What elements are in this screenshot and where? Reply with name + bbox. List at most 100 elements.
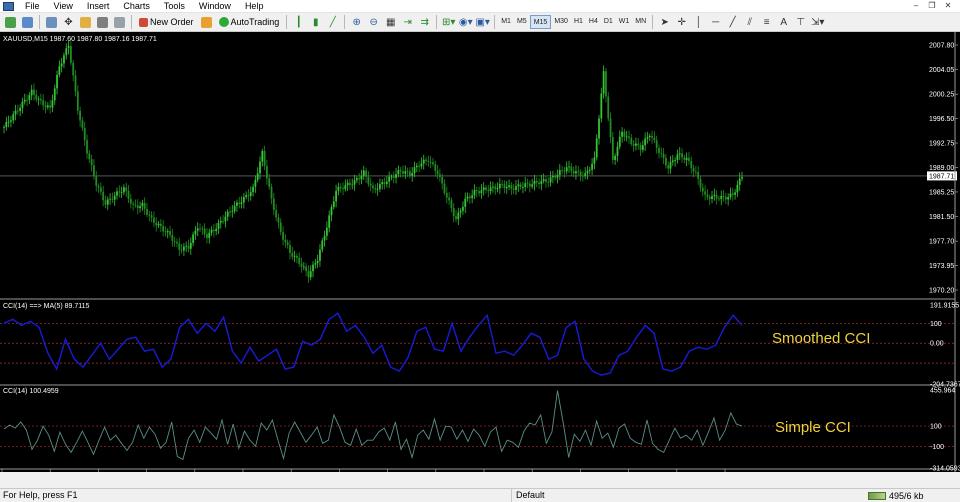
candle-body: [222, 220, 224, 222]
tester-icon: [114, 16, 125, 28]
tile-windows-button[interactable]: ▦: [383, 14, 398, 30]
candle-body: [139, 206, 141, 209]
templates-button[interactable]: ▣▾: [475, 14, 490, 30]
arrows-button[interactable]: ⇲▾: [810, 14, 825, 30]
autotrading-label: AutoTrading: [230, 17, 280, 27]
market-watch-button[interactable]: [44, 14, 59, 30]
candle-body: [305, 266, 308, 271]
toolbar: ✥ New Order AutoTrading ┃ ▮ ╱ ⊕ ⊖ ▦ ⇥ ⇉ …: [0, 13, 960, 32]
candle-body: [33, 89, 35, 95]
menu-tools[interactable]: Tools: [157, 0, 192, 12]
candle-body: [471, 195, 474, 199]
tester-button[interactable]: [112, 14, 127, 30]
zoom-out-button[interactable]: ⊖: [366, 14, 381, 30]
new-order-button[interactable]: New Order: [136, 14, 197, 30]
toolbar-separator: [652, 15, 654, 29]
candle-body: [60, 63, 63, 67]
vertical-line-button[interactable]: │: [691, 14, 706, 30]
candle-body: [464, 198, 467, 207]
profiles-button[interactable]: [20, 14, 35, 30]
autoscroll-button[interactable]: ⇉: [417, 14, 432, 30]
label-button[interactable]: ⊤: [793, 14, 808, 30]
candle-body: [157, 223, 160, 226]
timeframe-m15[interactable]: M15: [529, 15, 552, 29]
candle-body: [79, 110, 82, 121]
templates-icon: ▣▾: [475, 16, 490, 28]
timeframe-m1[interactable]: M1: [498, 15, 514, 29]
new-chart-button[interactable]: [3, 14, 18, 30]
menu-charts[interactable]: Charts: [116, 0, 157, 12]
candle-body: [399, 170, 402, 172]
candle-body: [295, 255, 298, 258]
chart-canvas[interactable]: XAUUSD,M15 1987.60 1987.80 1987.16 1987.…: [0, 32, 960, 472]
autotrading-button[interactable]: AutoTrading: [216, 14, 283, 30]
smoothed-cci-annotation: Smoothed CCI: [772, 330, 870, 347]
vertical-line-icon: │: [695, 16, 702, 28]
menu-window[interactable]: Window: [192, 0, 238, 12]
chart-shift-button[interactable]: ⇥: [400, 14, 415, 30]
menu-file[interactable]: File: [18, 0, 47, 12]
candle-body: [69, 46, 72, 63]
candle-body: [136, 205, 139, 209]
minimize-button[interactable]: –: [910, 1, 922, 11]
candle-body: [358, 178, 361, 180]
menu-view[interactable]: View: [47, 0, 80, 12]
candle-body: [219, 220, 222, 223]
timeframe-w1[interactable]: W1: [616, 15, 633, 29]
indicators-button[interactable]: ⊞▾: [441, 14, 456, 30]
timeframe-h4[interactable]: H4: [586, 15, 601, 29]
timeframe-mn[interactable]: MN: [632, 15, 649, 29]
new-chart-icon: [5, 16, 16, 28]
candle-chart-button[interactable]: ▮: [308, 14, 323, 30]
candle-body: [150, 215, 153, 218]
candle-body: [505, 186, 508, 189]
smoothed-cci-panel: CCI(14) ==> MA(5) 89.7115 191.9155 100 0.0…: [0, 303, 960, 389]
metaeditor-button[interactable]: [199, 14, 214, 30]
candle-body: [162, 226, 165, 232]
candle-body: [708, 197, 711, 200]
trendline-button[interactable]: ╱: [725, 14, 740, 30]
price-tick-label: 1973.95: [929, 263, 954, 270]
candle-body: [12, 114, 15, 121]
timeframe-h1[interactable]: H1: [571, 15, 586, 29]
candle-body: [76, 91, 79, 111]
candle-body: [547, 181, 550, 183]
candle-body: [353, 180, 356, 185]
restore-button[interactable]: ❐: [926, 1, 938, 11]
candle-body: [247, 195, 250, 196]
candle-body: [498, 183, 501, 189]
horizontal-line-button[interactable]: ─: [708, 14, 723, 30]
candle-body: [722, 195, 725, 197]
text-button[interactable]: A: [776, 14, 791, 30]
window-controls: – ❐ ✕: [910, 1, 960, 11]
periods-button[interactable]: ◉▾: [458, 14, 473, 30]
zoom-in-button[interactable]: ⊕: [349, 14, 364, 30]
candle-body: [595, 138, 598, 158]
close-button[interactable]: ✕: [942, 1, 954, 11]
cursor-button[interactable]: ➤: [657, 14, 672, 30]
navigator-button[interactable]: [78, 14, 93, 30]
candle-body: [422, 159, 425, 164]
candle-body: [637, 143, 640, 146]
timeframe-d1[interactable]: D1: [601, 15, 616, 29]
terminal-button[interactable]: [95, 14, 110, 30]
channel-button[interactable]: ⫽: [742, 14, 757, 30]
menu-insert[interactable]: Insert: [80, 0, 117, 12]
candle-body: [540, 180, 543, 185]
chart-window[interactable]: XAUUSD,M15 1987.60 1987.80 1987.16 1987.…: [0, 32, 960, 472]
data-window-button[interactable]: ✥: [61, 14, 76, 30]
timeframe-m30[interactable]: M30: [551, 15, 571, 29]
candle-body: [176, 241, 178, 244]
bar-chart-button[interactable]: ┃: [291, 14, 306, 30]
menu-help[interactable]: Help: [238, 0, 271, 12]
line-chart-button[interactable]: ╱: [325, 14, 340, 30]
candle-body: [614, 155, 617, 160]
candle-body: [429, 161, 432, 163]
candle-body: [196, 228, 199, 231]
candle-body: [648, 135, 651, 138]
candle-body: [164, 231, 167, 233]
timeframe-m5[interactable]: M5: [514, 15, 530, 29]
crosshair-button[interactable]: ✛: [674, 14, 689, 30]
fibonacci-button[interactable]: ≡: [759, 14, 774, 30]
status-profile[interactable]: Default: [512, 489, 868, 502]
